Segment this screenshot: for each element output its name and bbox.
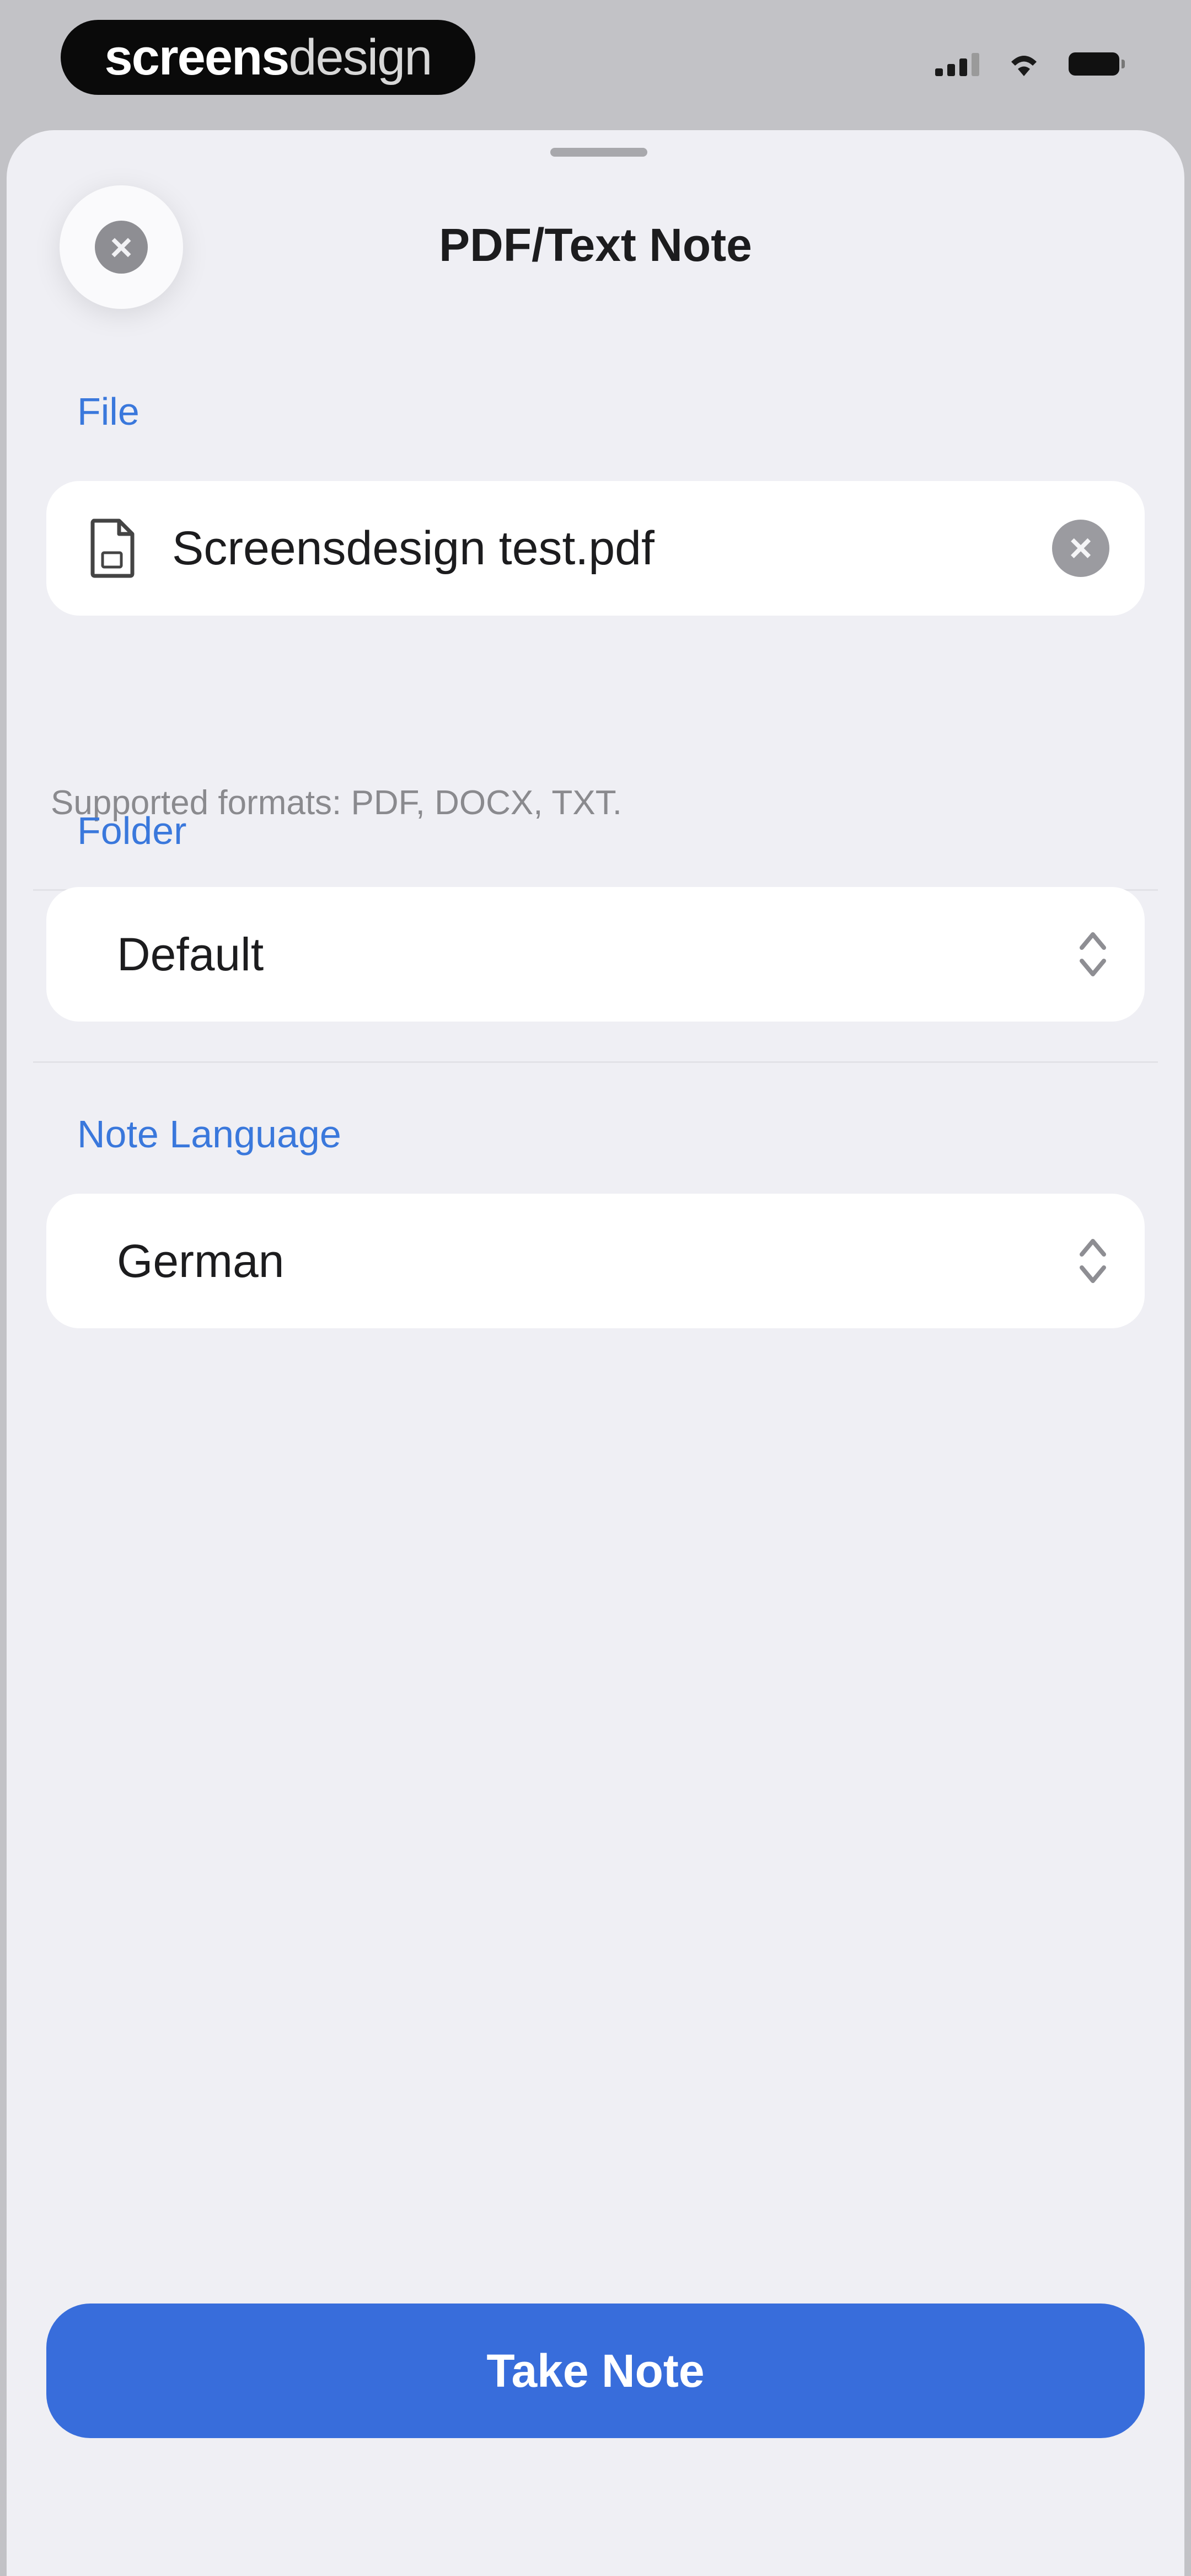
language-select[interactable]: German [46, 1194, 1145, 1328]
brand-logo-bold: screens [104, 29, 290, 85]
wifi-icon [1011, 56, 1037, 76]
sheet-grabber[interactable] [550, 148, 647, 157]
chevron-up-down-icon [1080, 1239, 1106, 1283]
battery-icon [1069, 52, 1125, 76]
language-section-label: Note Language [77, 1113, 341, 1156]
folder-value: Default [117, 928, 264, 980]
file-section-label: File [77, 390, 140, 433]
language-value: German [117, 1234, 285, 1287]
sheet: × PDF/Text Note File Screensdesign test.… [7, 130, 1184, 2576]
section-divider [33, 1061, 1158, 1063]
sheet-title: PDF/Text Note [439, 219, 752, 271]
folder-section-label: Folder [77, 809, 187, 852]
cellular-signal-icon [935, 52, 979, 76]
file-card[interactable]: Screensdesign test.pdf × [46, 481, 1145, 616]
status-bar: screens design [0, 0, 1191, 127]
file-name: Screensdesign test.pdf [172, 521, 654, 575]
take-note-button[interactable]: Take Note [46, 2304, 1145, 2438]
chevron-up-down-icon [1080, 932, 1106, 976]
document-icon [90, 519, 135, 578]
folder-select[interactable]: Default [46, 887, 1145, 1022]
brand-logo: screens design [61, 20, 475, 95]
clear-file-button[interactable]: × [1052, 520, 1109, 577]
brand-logo-light: design [288, 29, 432, 85]
status-icons [935, 51, 1125, 77]
